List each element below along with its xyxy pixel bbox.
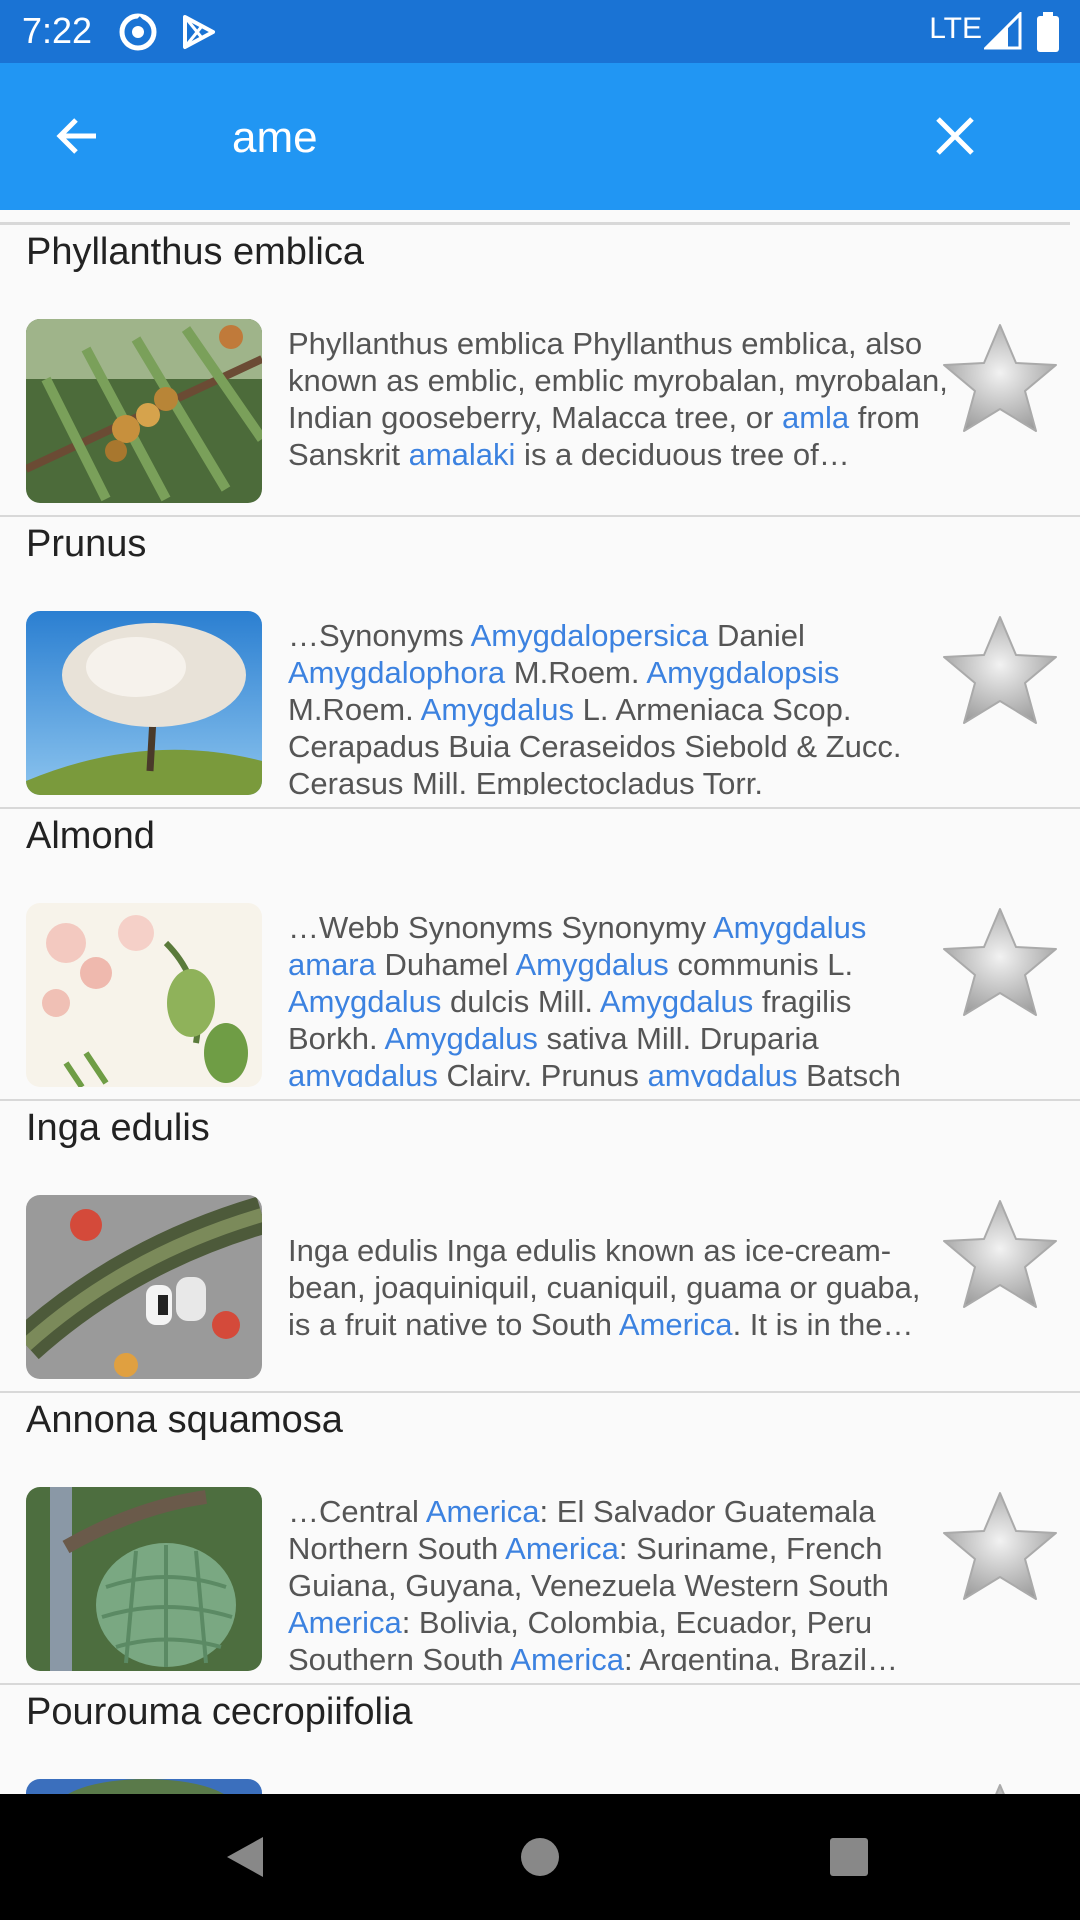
search-bar <box>0 63 1080 210</box>
list-item[interactable]: Annona squamosa …Central America: El Sal… <box>0 1393 1080 1685</box>
match-highlight: Amygdalus <box>515 947 669 982</box>
results-list[interactable]: Phyllanthus emblica Phyllanthus emblica … <box>0 210 1080 1794</box>
item-title: Prunus <box>26 523 147 565</box>
item-thumbnail[interactable] <box>26 1487 262 1671</box>
sync-icon <box>119 13 157 51</box>
status-time: 7:22 <box>22 10 93 51</box>
item-title: Pourouma cecropiifolia <box>26 1691 413 1733</box>
list-item[interactable]: Pourouma cecropiifolia <box>0 1685 1080 1794</box>
favorite-star-icon[interactable] <box>938 903 1062 1027</box>
battery-icon <box>1037 12 1059 52</box>
match-highlight: Amygdalophora <box>288 655 506 690</box>
item-thumbnail[interactable] <box>26 903 262 1087</box>
match-highlight: Amygdalus <box>288 984 442 1019</box>
snippet-text: is a deciduous tree of… <box>515 437 850 472</box>
signal-icon <box>984 12 1022 50</box>
snippet-text: M.Roem. <box>505 655 647 690</box>
nav-back-button[interactable] <box>212 1824 278 1890</box>
item-snippet: Phyllanthus emblica Phyllanthus emblica,… <box>288 325 948 503</box>
snippet-text: : Argentina, Brazil… <box>624 1642 899 1671</box>
match-highlight: America <box>618 1306 733 1342</box>
snippet-text: . It is in the… <box>732 1306 914 1342</box>
snippet-text: sativa Mill. Druparia <box>537 1021 819 1056</box>
nav-recents-icon <box>830 1838 868 1876</box>
snippet-text: Daniel <box>708 618 805 653</box>
match-highlight: America <box>425 1494 540 1529</box>
snippet-text: Duhamel <box>375 947 516 982</box>
match-highlight: America <box>505 1531 619 1566</box>
match-highlight: Amygdalus <box>713 910 867 945</box>
match-highlight: amla <box>781 400 850 435</box>
item-snippet: Inga edulis Inga edulis known as ice-cre… <box>288 1195 948 1379</box>
match-highlight: America <box>288 1605 402 1640</box>
item-snippet: …Webb Synonyms Synonymy Amygdalus amara … <box>288 909 948 1087</box>
match-highlight: Amygdalus <box>420 692 575 727</box>
list-item[interactable]: Prunus …Synonyms Amygdalopersica Daniel … <box>0 517 1080 809</box>
item-thumbnail[interactable] <box>26 1195 262 1379</box>
favorite-star-icon[interactable] <box>938 1779 1062 1794</box>
match-highlight: America <box>510 1642 625 1671</box>
favorite-star-icon[interactable] <box>938 611 1062 735</box>
item-thumbnail[interactable] <box>26 1779 262 1794</box>
nav-recents-button[interactable] <box>816 1824 882 1890</box>
match-highlight: amygdalus <box>647 1058 798 1087</box>
match-highlight: amygdalus <box>288 1058 438 1087</box>
list-item[interactable]: Almond …Webb Synonyms Synonymy Amygdalus… <box>0 809 1080 1101</box>
item-title: Almond <box>26 815 155 857</box>
play-store-icon <box>183 15 215 49</box>
network-type: LTE <box>929 12 982 45</box>
item-snippet: …Synonyms Amygdalopersica Daniel Amygdal… <box>288 617 948 795</box>
match-highlight: Amygdalopsis <box>646 655 840 690</box>
list-item[interactable]: Inga edulis Inga edulis Inga edulis know… <box>0 1101 1080 1393</box>
snippet-text: M.Roem. <box>288 692 421 727</box>
item-snippet: …Central America: El Salvador Guatemala … <box>288 1493 948 1671</box>
item-title: Inga edulis <box>26 1107 210 1149</box>
list-item[interactable]: Phyllanthus emblica Phyllanthus emblica … <box>0 225 1080 517</box>
favorite-star-icon[interactable] <box>938 1195 1062 1319</box>
favorite-star-icon[interactable] <box>938 1487 1062 1611</box>
snippet-text: communis L. <box>668 947 854 982</box>
match-highlight: amara <box>288 947 376 982</box>
nav-home-icon <box>521 1838 559 1876</box>
nav-home-button[interactable] <box>507 1824 573 1890</box>
arrow-back-icon <box>56 118 96 154</box>
snippet-text: dulcis Mill. <box>441 984 600 1019</box>
item-thumbnail[interactable] <box>26 319 262 503</box>
navigation-bar <box>0 1794 1080 1920</box>
nav-back-icon <box>227 1837 263 1877</box>
clear-search-button[interactable] <box>920 101 990 171</box>
match-highlight: Amygdalus <box>599 984 754 1019</box>
snippet-text: Clairv. Prunus <box>437 1058 648 1087</box>
close-icon <box>936 117 974 155</box>
favorite-star-icon[interactable] <box>938 319 1062 443</box>
item-thumbnail[interactable] <box>26 611 262 795</box>
item-title: Phyllanthus emblica <box>26 231 364 273</box>
snippet-text: …Synonyms <box>288 618 471 653</box>
match-highlight: amalaki <box>408 437 516 472</box>
item-title: Annona squamosa <box>26 1399 343 1441</box>
status-bar: 7:22 LTE <box>0 0 1080 63</box>
back-button[interactable] <box>42 101 112 171</box>
snippet-text: …Webb Synonyms Synonymy <box>288 910 713 945</box>
search-input[interactable] <box>232 103 852 173</box>
match-highlight: Amygdalopersica <box>470 618 709 653</box>
snippet-text: …Central <box>288 1494 426 1529</box>
match-highlight: Amygdalus <box>384 1021 538 1056</box>
